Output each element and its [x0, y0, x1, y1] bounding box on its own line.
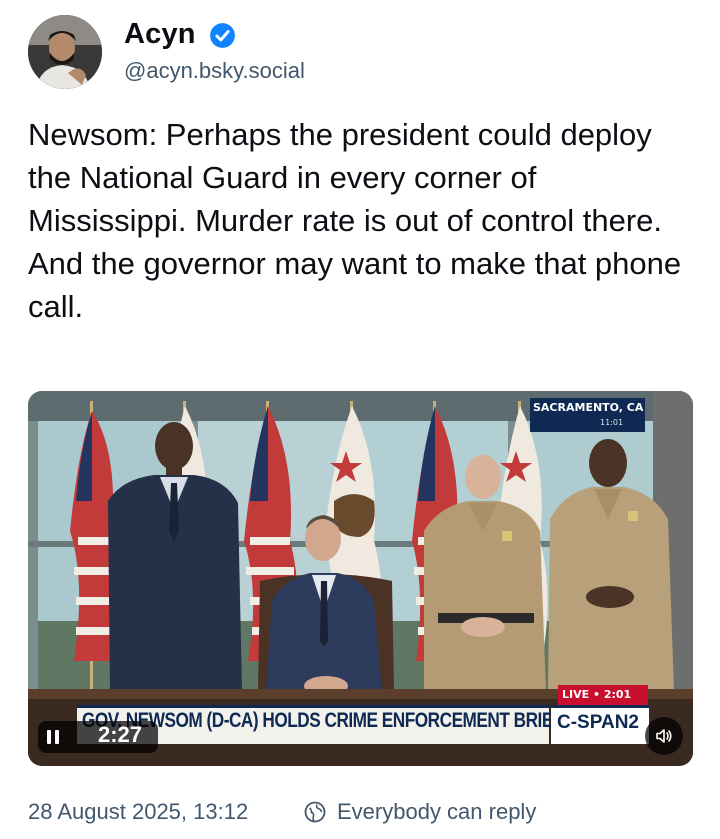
video-duration: 2:27 — [98, 722, 143, 747]
chyron-text: GOV. NEWSOM (D-CA) HOLDS CRIME ENFORCEME… — [82, 709, 593, 732]
live-label: LIVE • 2:01 — [562, 688, 632, 701]
display-name[interactable]: Acyn — [124, 18, 196, 51]
globe-reply-icon — [304, 801, 326, 823]
location-time: 11:01 — [600, 418, 624, 427]
avatar[interactable] — [28, 15, 102, 89]
verified-badge-icon — [210, 23, 235, 48]
pause-icon[interactable] — [44, 728, 62, 746]
handle[interactable]: @acyn.bsky.social — [124, 58, 305, 84]
location-text: SACRAMENTO, CA — [533, 401, 644, 414]
speaker-icon — [656, 729, 672, 743]
network-logo-text: C-SPAN2 — [557, 712, 639, 733]
post-text: Newsom: Perhaps the president could depl… — [28, 117, 682, 324]
reply-setting[interactable]: Everybody can reply — [337, 799, 536, 825]
volume-button[interactable] — [645, 717, 683, 755]
post-timestamp[interactable]: 28 August 2025, 13:12 — [28, 799, 248, 825]
post-card: Acyn @acyn.bsky.social Newsom: Perhaps t… — [0, 0, 720, 839]
